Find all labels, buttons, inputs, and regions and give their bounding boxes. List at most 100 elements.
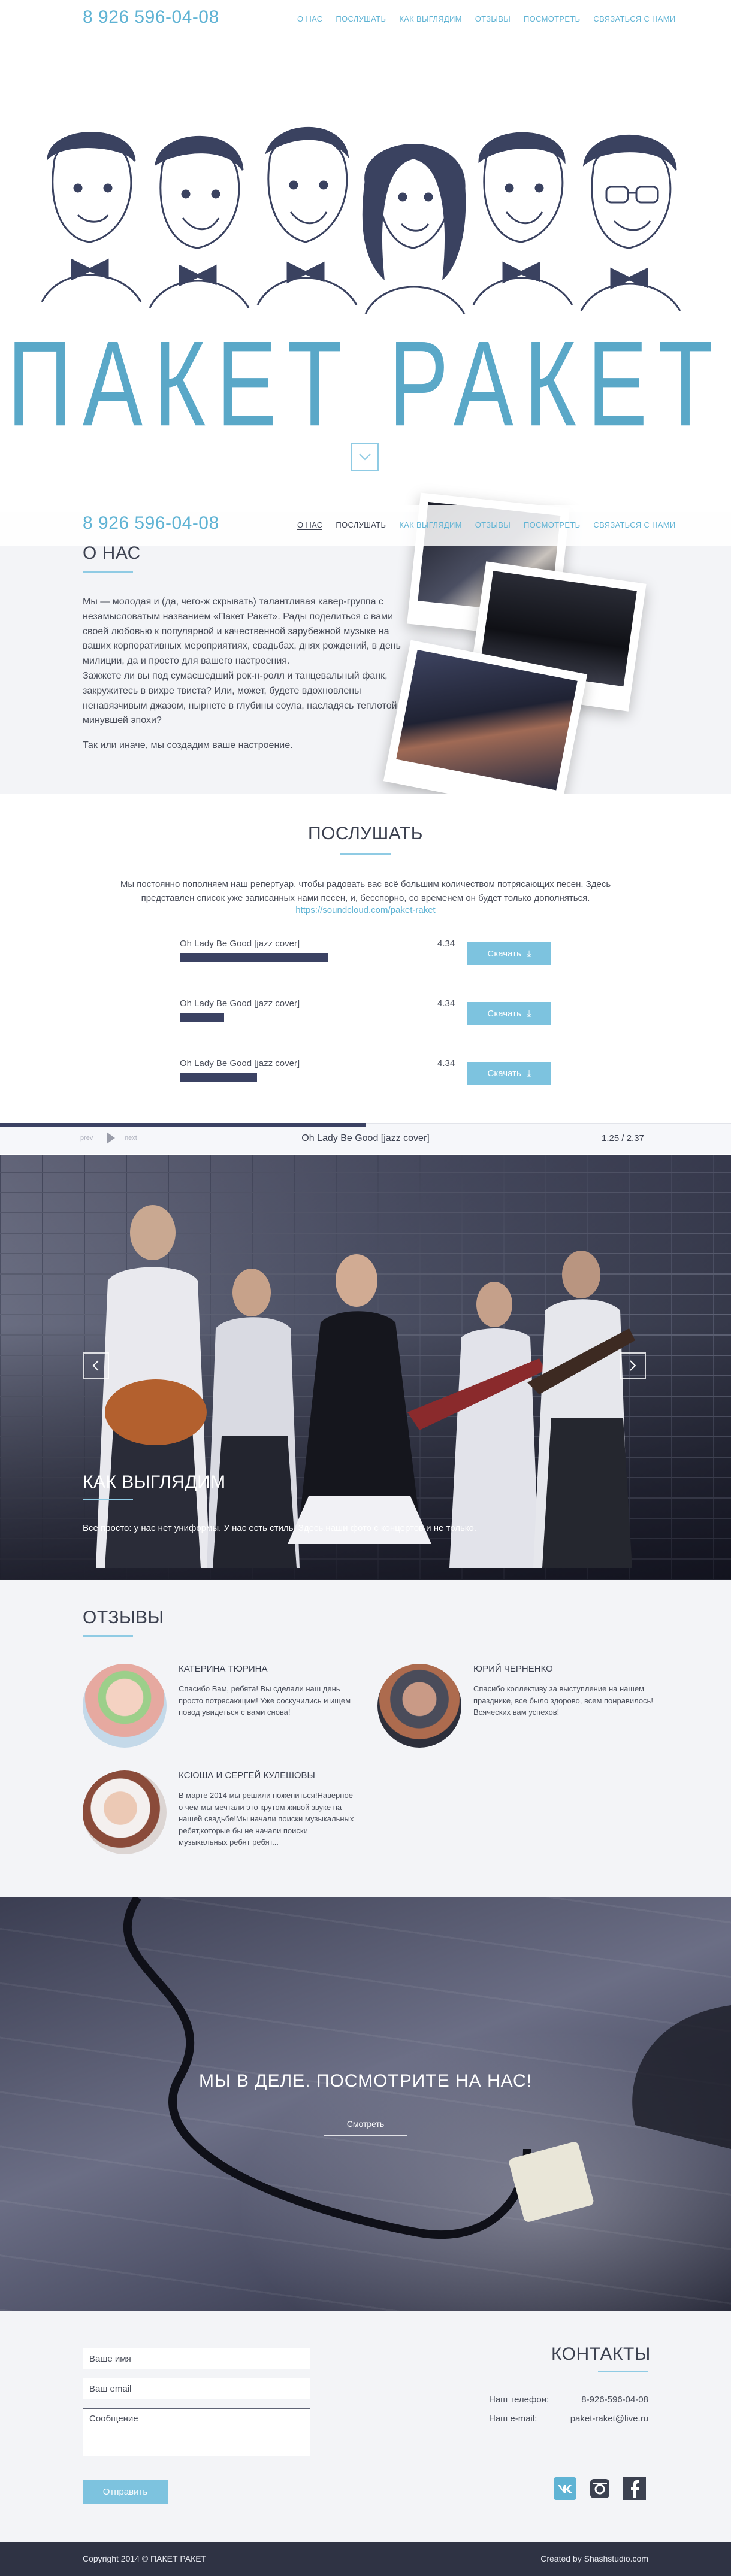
chevron-right-icon	[630, 1360, 636, 1371]
track-progress-bar[interactable]	[180, 1073, 455, 1082]
about-title-underline	[83, 571, 133, 573]
sticky-phone[interactable]: 8 926 596-04-08	[83, 513, 219, 534]
review-text: В марте 2014 мы решили пожениться!Наверн…	[179, 1791, 354, 1847]
submit-button[interactable]: Отправить	[83, 2480, 168, 2504]
about-paragraph-3: Так или иначе, мы создадим ваше настроен…	[83, 740, 293, 750]
download-button[interactable]: Скачать ⤓	[467, 1062, 551, 1085]
gallery-next-button[interactable]	[620, 1352, 646, 1379]
nav-item-reviews[interactable]: ОТЗЫВЫ	[475, 14, 511, 23]
track-progress-fill	[180, 953, 329, 962]
download-label: Скачать	[487, 1068, 521, 1079]
look-title-underline	[83, 1499, 133, 1500]
message-textarea[interactable]	[83, 2408, 310, 2456]
listen-title: ПОСЛУШАТЬ	[308, 824, 423, 843]
face-5	[472, 132, 573, 305]
name-input[interactable]	[83, 2348, 310, 2369]
download-icon: ⤓	[527, 1008, 531, 1019]
footer-credits[interactable]: Created by Shashstudio.com	[525, 2554, 648, 2563]
soundcloud-link[interactable]: https://soundcloud.com/paket-raket	[0, 905, 731, 915]
nav-item-watch[interactable]: ПОСМОТРЕТЬ	[524, 14, 580, 23]
audio-player-bar: prev next Oh Lady Be Good [jazz cover] 1…	[0, 1123, 731, 1154]
face-1	[41, 132, 142, 302]
track-row: Oh Lady Be Good [jazz cover] 4.34 Скачат…	[180, 1058, 551, 1088]
email-label: Наш e-mail:	[489, 2414, 537, 2424]
face-2	[149, 135, 250, 308]
track-duration: 4.34	[437, 1058, 455, 1068]
sticky-nav-item-watch[interactable]: ПОСМОТРЕТЬ	[524, 520, 580, 530]
listen-section: ПОСЛУШАТЬ Мы постоянно пополняем наш реп…	[0, 794, 731, 1123]
look-text: Все просто: у нас нет униформы. У нас ес…	[83, 1523, 477, 1533]
reviewer-name: ЮРИЙ ЧЕРНЕНКО	[473, 1664, 553, 1674]
vk-icon[interactable]	[554, 2477, 576, 2500]
download-icon: ⤓	[527, 1068, 531, 1079]
nav-item-contact[interactable]: СВЯЗАТЬСЯ С НАМИ	[593, 14, 675, 23]
track-title: Oh Lady Be Good [jazz cover]	[180, 998, 300, 1009]
phone-label: Наш телефон:	[489, 2395, 549, 2405]
download-button[interactable]: Скачать ⤓	[467, 1002, 551, 1025]
email-input[interactable]	[83, 2378, 310, 2399]
contacts-title-underline	[598, 2371, 648, 2372]
footer-copyright: Copyright 2014 © ПАКЕТ РАКЕТ	[83, 2554, 207, 2563]
sticky-nav-item-look[interactable]: КАК ВЫГЛЯДИМ	[399, 520, 461, 530]
review-item: КАТЕРИНА ТЮРИНА Спасибо Вам, ребята! Вы …	[83, 1664, 382, 1760]
review-item: КСЮША И СЕРГЕЙ КУЛЕШОВЫ В марте 2014 мы …	[83, 1770, 382, 1866]
face-6	[580, 134, 681, 311]
reviews-title: ОТЗЫВЫ	[83, 1608, 164, 1627]
hero-section: ПАКЕТ РАКЕТ	[0, 38, 731, 511]
nav-item-about[interactable]: О НАС	[297, 14, 322, 23]
about-paragraph-1: Мы — молодая и (да, чего-ж скрывать) тал…	[83, 597, 401, 667]
site-footer: Copyright 2014 © ПАКЕТ РАКЕТ Created by …	[0, 2542, 731, 2576]
track-title: Oh Lady Be Good [jazz cover]	[180, 1058, 300, 1068]
reviewer-avatar	[83, 1770, 167, 1854]
look-title: КАК ВЫГЛЯДИМ	[83, 1472, 226, 1492]
sticky-nav-item-contact[interactable]: СВЯЗАТЬСЯ С НАМИ	[593, 520, 675, 530]
listen-intro: Мы постоянно пополняем наш репертуар, чт…	[120, 879, 611, 904]
nav-item-listen[interactable]: ПОСЛУШАТЬ	[336, 14, 386, 23]
facebook-icon[interactable]	[623, 2477, 646, 2500]
nav-item-look[interactable]: КАК ВЫГЛЯДИМ	[399, 14, 461, 23]
look-section: КАК ВЫГЛЯДИМ Все просто: у нас нет унифо…	[0, 1155, 731, 1580]
download-button[interactable]: Скачать ⤓	[467, 942, 551, 965]
download-icon: ⤓	[527, 948, 531, 959]
track-row: Oh Lady Be Good [jazz cover] 4.34 Скачат…	[180, 998, 551, 1028]
reviews-section: ОТЗЫВЫ КАТЕРИНА ТЮРИНА Спасибо Вам, ребя…	[0, 1580, 731, 1897]
reviewer-name: КАТЕРИНА ТЮРИНА	[179, 1664, 268, 1674]
phone-value: 8-926-596-04-08	[581, 2395, 648, 2405]
watch-button[interactable]: Смотреть	[324, 2112, 407, 2136]
track-row: Oh Lady Be Good [jazz cover] 4.34 Скачат…	[180, 939, 551, 968]
instagram-icon[interactable]	[588, 2477, 611, 2500]
sticky-nav-item-listen[interactable]: ПОСЛУШАТЬ	[336, 520, 386, 530]
review-item: ЮРИЙ ЧЕРНЕНКО Спасибо коллективу за выст…	[377, 1664, 677, 1760]
reviews-title-underline	[83, 1635, 133, 1637]
contacts-title: КОНТАКТЫ	[551, 2344, 651, 2364]
sticky-nav-item-about[interactable]: О НАС	[297, 520, 323, 530]
band-photo	[96, 1205, 635, 1568]
site-header: 8 926 596-04-08 О НАС ПОСЛУШАТЬ КАК ВЫГЛ…	[0, 0, 731, 38]
reviewer-avatar	[377, 1664, 461, 1748]
about-paragraph-2: Зажжете ли вы под сумасшедший рок-н-ролл…	[83, 671, 397, 726]
gallery-prev-button[interactable]	[83, 1352, 109, 1379]
header-phone[interactable]: 8 926 596-04-08	[83, 7, 219, 28]
review-text: Спасибо Вам, ребята! Вы сделали наш день…	[179, 1684, 351, 1717]
about-title: О НАС	[83, 543, 141, 563]
review-text: Спасибо коллективу за выступление на наш…	[473, 1684, 653, 1717]
face-3	[256, 126, 358, 305]
download-label: Скачать	[487, 948, 521, 959]
watch-section: МЫ В ДЕЛЕ. ПОСМОТРИТЕ НА НАС! Смотреть	[0, 1897, 731, 2311]
cable-photo	[123, 1897, 731, 2239]
email-value[interactable]: paket-raket@live.ru	[563, 2414, 648, 2424]
reviewer-avatar	[83, 1664, 167, 1748]
scroll-down-button[interactable]	[351, 443, 379, 471]
main-nav: О НАС ПОСЛУШАТЬ КАК ВЫГЛЯДИМ ОТЗЫВЫ ПОСМ…	[297, 14, 676, 23]
player-time: 1.25 / 2.37	[602, 1133, 644, 1143]
track-progress-bar[interactable]	[180, 953, 455, 962]
watch-title: МЫ В ДЕЛЕ. ПОСМОТРИТЕ НА НАС!	[198, 2071, 533, 2091]
chevron-left-icon	[92, 1360, 99, 1371]
player-progress-bar[interactable]	[0, 1123, 366, 1127]
band-logo: ПАКЕТ РАКЕТ	[7, 315, 724, 452]
reviewer-name: КСЮША И СЕРГЕЙ КУЛЕШОВЫ	[179, 1770, 315, 1781]
track-progress-fill	[180, 1013, 225, 1022]
sticky-header: 8 926 596-04-08 О НАС ПОСЛУШАТЬ КАК ВЫГЛ…	[0, 505, 731, 546]
track-progress-bar[interactable]	[180, 1013, 455, 1022]
sticky-nav-item-reviews[interactable]: ОТЗЫВЫ	[475, 520, 511, 530]
